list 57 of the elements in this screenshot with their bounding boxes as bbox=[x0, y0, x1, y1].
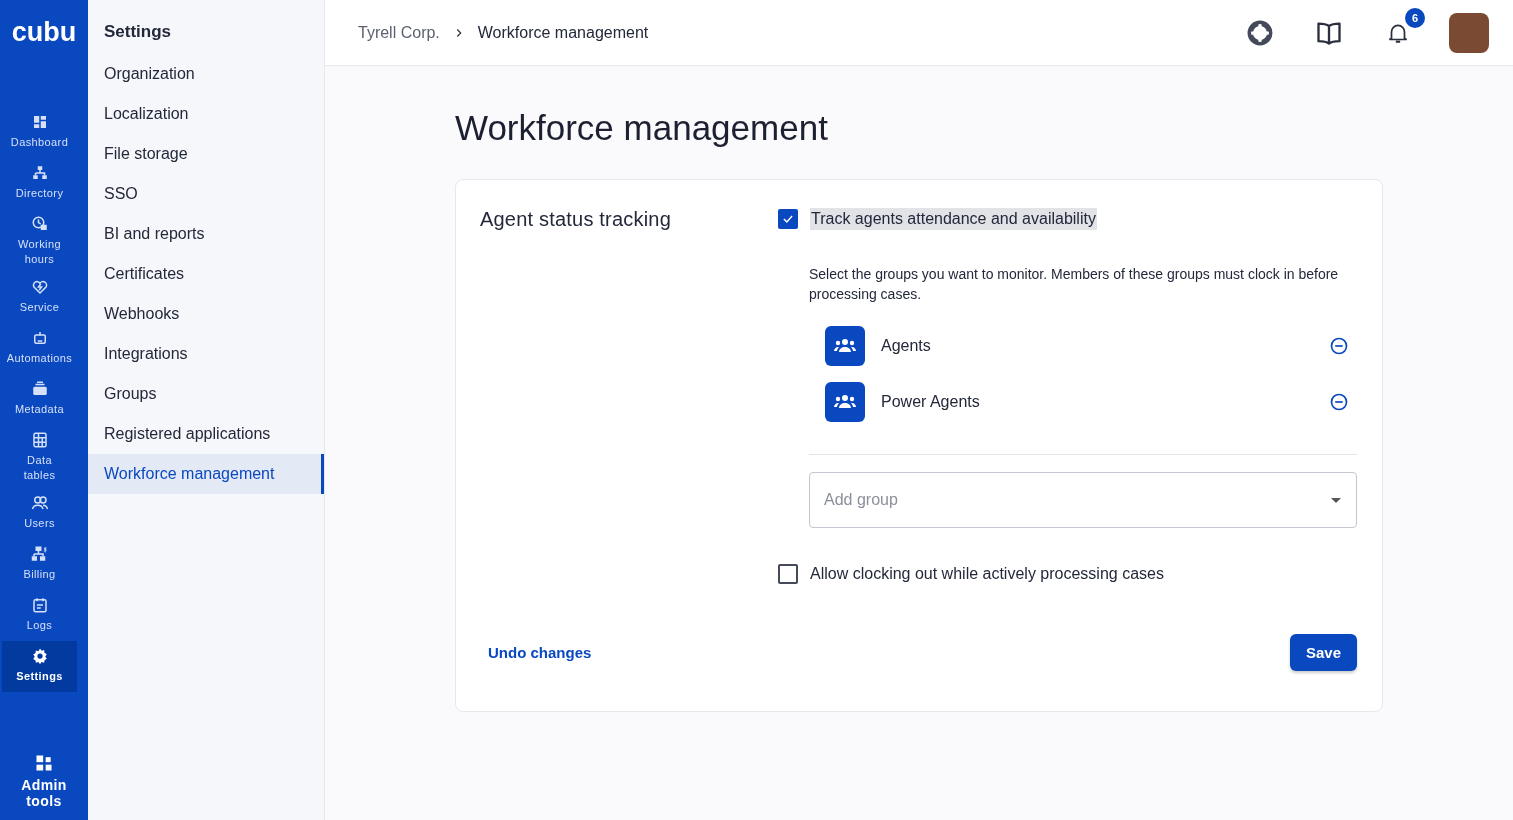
save-button[interactable]: Save bbox=[1289, 634, 1357, 671]
checkbox[interactable] bbox=[778, 209, 798, 229]
sidebar-item[interactable]: Certificates bbox=[88, 254, 324, 294]
sidebar-item[interactable]: Localization bbox=[88, 94, 324, 134]
logo: cubu bbox=[11, 17, 77, 49]
heart-icon bbox=[30, 278, 49, 296]
nav-item[interactable]: Data tables bbox=[2, 425, 77, 488]
nav-item[interactable]: Billing bbox=[2, 539, 77, 590]
sidebar-item[interactable]: Organization bbox=[88, 54, 324, 94]
checkbox[interactable] bbox=[778, 564, 798, 584]
sidebar-item[interactable]: SSO bbox=[88, 174, 324, 214]
nav-item[interactable]: Settings bbox=[2, 641, 77, 692]
nav-item[interactable]: Logs bbox=[2, 590, 77, 641]
add-group-dropdown[interactable]: Add group bbox=[809, 472, 1357, 528]
billing-icon bbox=[30, 545, 49, 563]
remove-group-button[interactable] bbox=[1329, 392, 1349, 412]
group-name: Power Agents bbox=[881, 393, 981, 411]
sidebar-item[interactable]: Workforce management bbox=[88, 454, 324, 494]
sidebar-item[interactable]: Integrations bbox=[88, 334, 324, 374]
minus-circle-icon bbox=[1329, 392, 1349, 412]
sidebar-item[interactable]: File storage bbox=[88, 134, 324, 174]
sidebar-title: Settings bbox=[103, 21, 173, 43]
nav-item[interactable]: Service bbox=[2, 272, 77, 323]
calendar-icon bbox=[30, 596, 49, 614]
tray-icon bbox=[30, 380, 49, 398]
minus-circle-icon bbox=[1329, 336, 1349, 356]
notification-badge: 6 bbox=[1405, 7, 1425, 28]
nav-item[interactable]: Users bbox=[2, 488, 77, 539]
sidebar-item[interactable]: Webhooks bbox=[88, 294, 324, 334]
group-name: Agents bbox=[881, 337, 932, 355]
breadcrumb-current: Workforce management bbox=[477, 23, 649, 42]
users-icon bbox=[30, 494, 49, 512]
remove-group-button[interactable] bbox=[1329, 336, 1349, 356]
breadcrumb-link[interactable]: Tyrell Corp. bbox=[358, 23, 440, 42]
grid-icon bbox=[34, 753, 54, 773]
nav-item[interactable]: Metadata bbox=[2, 374, 77, 425]
nav-item[interactable]: Dashboard bbox=[2, 107, 77, 158]
sidebar-item[interactable]: Groups bbox=[88, 374, 324, 414]
user-avatar[interactable] bbox=[1449, 12, 1489, 53]
admin-tools-button[interactable]: Admin tools bbox=[15, 752, 73, 810]
clock-icon bbox=[30, 215, 49, 233]
nav-item[interactable]: Directory bbox=[2, 158, 77, 209]
undo-changes-link[interactable]: Undo changes bbox=[488, 644, 592, 661]
checkbox-label: Track agents attendance and availability bbox=[810, 208, 1097, 230]
org-chart-icon bbox=[30, 164, 49, 182]
page-title: Workforce management bbox=[455, 108, 829, 148]
nav-item[interactable]: Working hours bbox=[2, 209, 77, 272]
description-text: Select the groups you want to monitor. Members of these groups must clock in before processing cases. bbox=[809, 265, 1340, 304]
sidebar-item[interactable]: Registered applications bbox=[88, 414, 324, 454]
section-title: Agent status tracking bbox=[480, 208, 672, 232]
caret-down-icon bbox=[1331, 498, 1341, 503]
nav-item[interactable]: Automations bbox=[2, 323, 77, 374]
sidebar-item[interactable]: BI and reports bbox=[88, 214, 324, 254]
table-icon bbox=[30, 431, 49, 449]
lifebuoy-icon bbox=[1247, 19, 1273, 46]
settings-icon bbox=[30, 647, 49, 665]
checkbox-label: Allow clocking out while actively processing cases bbox=[810, 565, 1164, 583]
